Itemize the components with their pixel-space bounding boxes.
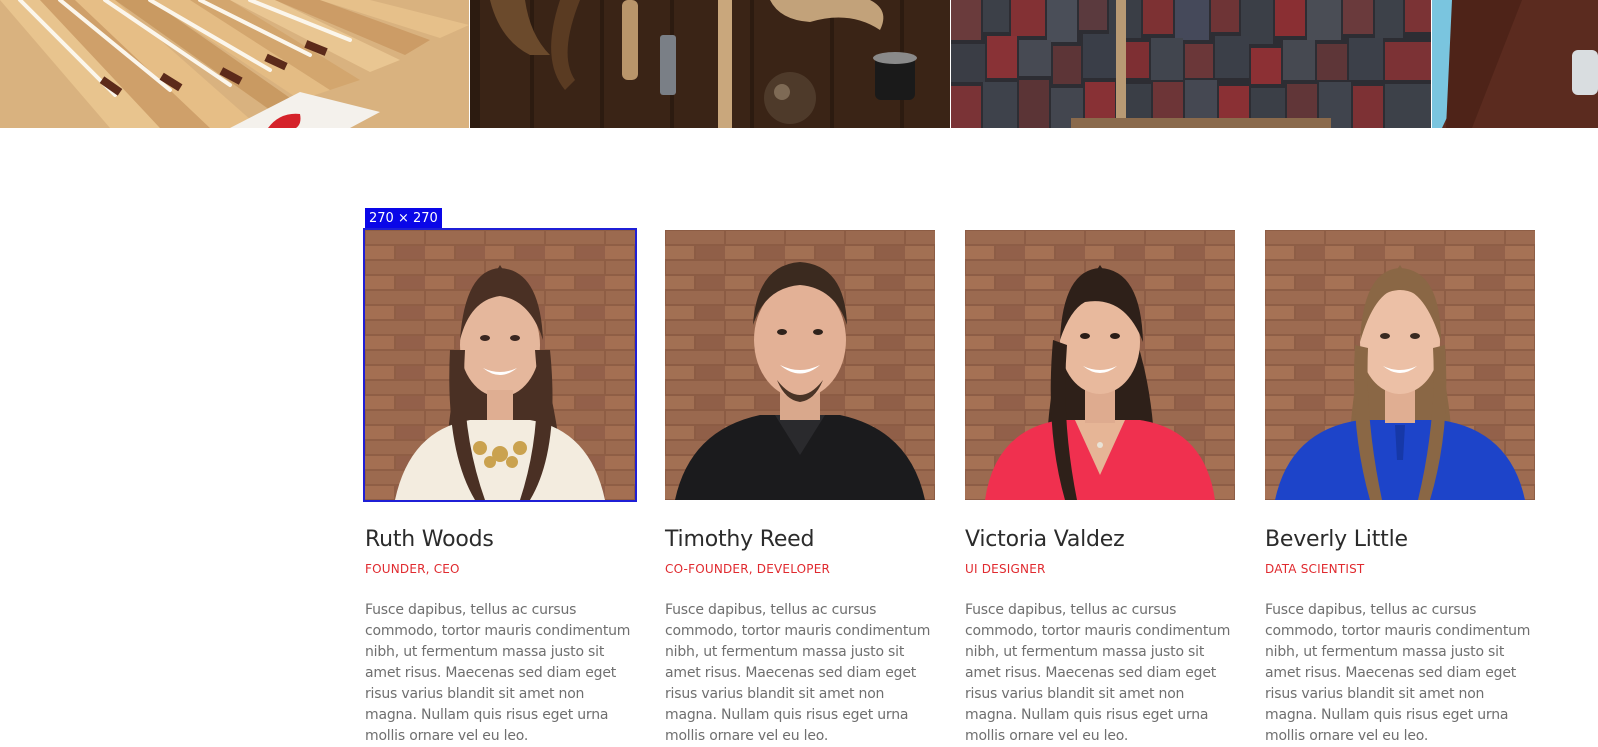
team-member-card: Victoria Valdez UI DESIGNER Fusce dapibu… — [965, 230, 1235, 747]
letterpress-type-photo[interactable] — [951, 0, 1431, 128]
member-name: Ruth Woods — [365, 527, 494, 552]
member-photo[interactable] — [1265, 230, 1535, 500]
member-role: FOUNDER, CEO — [365, 562, 460, 576]
member-bio: Fusce dapibus, tellus ac cursus commodo,… — [965, 602, 1231, 744]
member-bio: Fusce dapibus, tellus ac cursus commodo,… — [665, 602, 931, 744]
member-photo[interactable] — [665, 230, 935, 500]
tools-photo[interactable] — [470, 0, 950, 128]
member-bio: Fusce dapibus, tellus ac cursus commodo,… — [365, 602, 631, 744]
photo-strip — [0, 0, 1598, 128]
image-dimensions-badge: 270 × 270 — [365, 208, 442, 230]
rulers-photo[interactable] — [0, 0, 469, 128]
member-role: DATA SCIENTIST — [1265, 562, 1365, 576]
member-photo[interactable] — [965, 230, 1235, 500]
member-name: Beverly Little — [1265, 527, 1408, 552]
team-member-card: Beverly Little DATA SCIENTIST Fusce dapi… — [1265, 230, 1535, 747]
member-name: Victoria Valdez — [965, 527, 1125, 552]
team-section: Ruth Woods FOUNDER, CEO Fusce dapibus, t… — [363, 228, 1535, 747]
member-role: CO-FOUNDER, DEVELOPER — [665, 562, 831, 576]
member-role: UI DESIGNER — [965, 562, 1046, 576]
team-member-card: Timothy Reed CO-FOUNDER, DEVELOPER Fusce… — [665, 230, 935, 747]
team-member-card: Ruth Woods FOUNDER, CEO Fusce dapibus, t… — [363, 228, 637, 747]
member-bio: Fusce dapibus, tellus ac cursus commodo,… — [1265, 602, 1531, 744]
member-photo[interactable] — [363, 228, 637, 502]
page: 270 × 270 Ruth Woods FOUNDER, CEO Fusce … — [0, 0, 1598, 747]
workspace-photo[interactable] — [1432, 0, 1598, 128]
member-name: Timothy Reed — [665, 527, 815, 552]
